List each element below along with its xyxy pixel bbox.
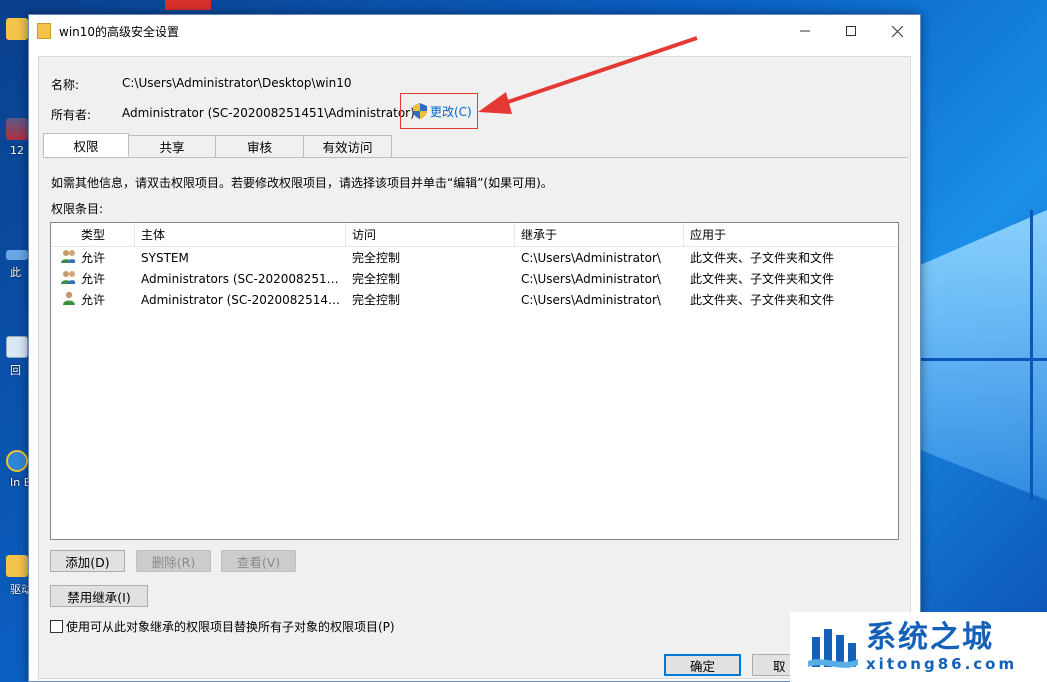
column-header-principal[interactable]: 主体	[135, 223, 346, 247]
user-icon	[51, 291, 75, 308]
replace-child-permissions-label: 使用可从此对象继承的权限项目替换所有子对象的权限项目(P)	[66, 620, 395, 634]
tab-auditing[interactable]: 审核	[215, 135, 304, 157]
title-bar[interactable]: win10的高级安全设置	[29, 15, 920, 47]
row-access: 完全控制	[352, 251, 401, 265]
taskbar-item[interactable]	[165, 0, 211, 10]
remove-button[interactable]: 删除(R)	[136, 550, 211, 572]
row-principal: Administrator (SC-20200825145...	[141, 292, 346, 307]
desktop-icon-folder[interactable]	[0, 18, 30, 40]
maximize-icon	[846, 26, 856, 36]
disable-inheritance-button[interactable]: 禁用继承(I)	[50, 585, 148, 607]
row-applies-to: 此文件夹、子文件夹和文件	[690, 251, 835, 265]
column-header-access[interactable]: 访问	[346, 223, 515, 247]
tab-sharing[interactable]: 共享	[128, 135, 216, 157]
tab-effective-access[interactable]: 有效访问	[303, 135, 392, 157]
view-button[interactable]: 查看(V)	[221, 550, 296, 572]
change-owner-label: 更改(C)	[430, 104, 472, 119]
user-group-icon	[51, 249, 75, 266]
list-header: 类型 主体 访问 继承于 应用于	[51, 223, 898, 247]
row-inherited-from: C:\Users\Administrator\	[521, 250, 661, 265]
column-header-type[interactable]: 类型	[75, 223, 135, 247]
replace-child-permissions-checkbox[interactable]	[50, 620, 63, 633]
column-header-applies-to[interactable]: 应用于	[684, 223, 894, 247]
desktop-icon-this-pc[interactable]: 此	[0, 250, 30, 280]
watermark-logo-icon	[808, 629, 858, 668]
desktop-icon-archive[interactable]: 12	[0, 118, 30, 157]
watermark-title: 系统之城	[866, 620, 994, 655]
add-button[interactable]: 添加(D)	[50, 550, 125, 572]
row-applies-to: 此文件夹、子文件夹和文件	[690, 272, 835, 286]
row-access: 完全控制	[352, 293, 401, 307]
row-type: 允许	[81, 251, 106, 265]
row-type: 允许	[81, 272, 106, 286]
close-button[interactable]	[874, 15, 920, 47]
desktop-wallpaper-logo	[900, 210, 1047, 500]
row-applies-to: 此文件夹、子文件夹和文件	[690, 293, 835, 307]
wallpaper-divider	[900, 358, 1047, 361]
name-label: 名称:	[51, 78, 80, 92]
desktop-icon-driver[interactable]: 驱动	[0, 555, 30, 597]
watermark-url: xitong86.com	[866, 655, 1018, 673]
close-icon	[891, 25, 903, 37]
user-group-icon	[51, 270, 75, 287]
tab-strip: 权限 共享 审核 有效访问	[43, 133, 392, 158]
tab-permissions[interactable]: 权限	[43, 133, 129, 157]
column-icon-header	[51, 223, 75, 247]
folder-icon	[37, 23, 51, 39]
replace-child-permissions-option[interactable]: 使用可从此对象继承的权限项目替换所有子对象的权限项目(P)	[50, 618, 395, 635]
maximize-button[interactable]	[828, 15, 874, 47]
advanced-security-settings-window: win10的高级安全设置 名称: C:\Users\Administrator\…	[28, 14, 921, 682]
dialog-content: 名称: C:\Users\Administrator\Desktop\win10…	[38, 56, 911, 679]
column-header-inherited-from[interactable]: 继承于	[515, 223, 684, 247]
table-row[interactable]: 允许 SYSTEM 完全控制 C:\Users\Administrator\ 此…	[51, 247, 898, 268]
table-row[interactable]: 允许 Administrators (SC-20200825145... 完全控…	[51, 268, 898, 289]
change-owner-link[interactable]: 更改(C)	[400, 93, 478, 129]
minimize-button[interactable]	[782, 15, 828, 47]
permission-entries-label: 权限条目:	[51, 202, 104, 216]
row-inherited-from: C:\Users\Administrator\	[521, 271, 661, 286]
row-inherited-from: C:\Users\Administrator\	[521, 292, 661, 307]
desktop-icon-recycle-bin[interactable]: 回	[0, 336, 30, 378]
wallpaper-divider-vertical	[1030, 210, 1033, 500]
row-type: 允许	[81, 293, 106, 307]
owner-label: 所有者:	[51, 108, 92, 122]
window-title: win10的高级安全设置	[59, 24, 180, 39]
site-watermark: 系统之城 xitong86.com	[790, 612, 1047, 682]
minimize-icon	[800, 30, 810, 32]
uac-shield-icon	[413, 103, 427, 119]
row-principal: SYSTEM	[141, 250, 189, 265]
row-principal: Administrators (SC-20200825145...	[141, 271, 346, 286]
desktop-icon-internet-explorer[interactable]: In Ex	[0, 450, 30, 489]
owner-value: Administrator (SC-202008251451\Administr…	[122, 106, 415, 120]
table-row[interactable]: 允许 Administrator (SC-20200825145... 完全控制…	[51, 289, 898, 310]
info-text: 如需其他信息，请双击权限项目。若要修改权限项目，请选择该项目并单击“编辑”(如果…	[51, 176, 553, 190]
row-access: 完全控制	[352, 272, 401, 286]
ok-button[interactable]: 确定	[664, 654, 741, 676]
name-value: C:\Users\Administrator\Desktop\win10	[122, 76, 352, 90]
permission-entries-list[interactable]: 类型 主体 访问 继承于 应用于 允许 SYSTEM 完全控制 C:\Users…	[50, 222, 899, 540]
